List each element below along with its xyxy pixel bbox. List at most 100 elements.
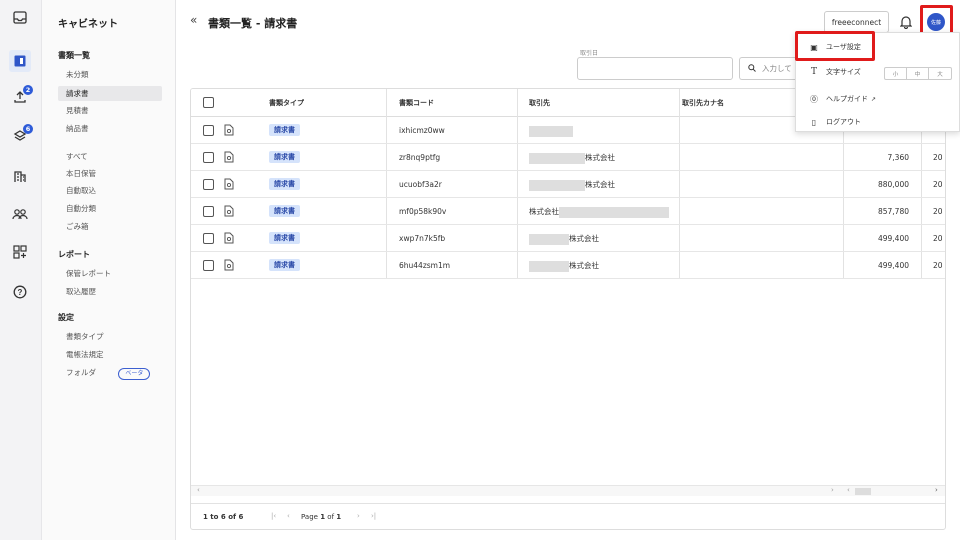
vendor-cell (529, 117, 573, 144)
col-vendor[interactable]: 取引先 (529, 89, 550, 117)
scroll-right-mini-icon[interactable]: › (831, 486, 834, 494)
table-row[interactable]: 請求書 mf0p58k90v 株式会社 857,780 20 (191, 198, 945, 225)
doc-type-tag: 請求書 (269, 178, 300, 190)
sidebar-item-all[interactable]: すべて (58, 149, 162, 164)
doc-type-tag: 請求書 (269, 124, 300, 136)
sidebar-item-quote[interactable]: 見積書 (58, 103, 162, 118)
vendor-name: 株式会社 (569, 261, 599, 270)
layers-icon[interactable]: 6 (11, 124, 33, 145)
document-icon[interactable] (224, 151, 234, 163)
redacted-block (529, 179, 585, 191)
sidebar-item-folder-label: フォルダ (66, 368, 96, 377)
page-of: of (327, 513, 335, 521)
sidebar: キャビネット 書類一覧 未分類 請求書 見積書 納品書 すべて 本日保管 自動取… (42, 0, 176, 540)
text-size-small[interactable]: 小 (885, 68, 907, 79)
menu-item-logout[interactable]: ▯ ログアウト (796, 111, 960, 133)
section-documents: 書類一覧 (58, 51, 90, 60)
redacted-block (559, 206, 669, 218)
user-settings-highlight (795, 31, 875, 61)
doc-code: zr8nq9ptfg (399, 153, 441, 162)
upload-icon[interactable]: 2 (11, 85, 33, 106)
scroll-right-icon[interactable]: › (935, 486, 938, 494)
date-label: 取引日 (580, 50, 599, 57)
amount: 857,780 (877, 207, 909, 216)
row-checkbox[interactable] (203, 233, 214, 244)
scroll-thumb[interactable] (855, 488, 871, 495)
bell-icon[interactable] (899, 15, 913, 30)
vendor-cell: 株式会社 (529, 225, 599, 252)
table-row[interactable]: 請求書 zr8nq9ptfg 株式会社 7,360 20 (191, 144, 945, 171)
first-page-icon[interactable]: |‹ (271, 512, 276, 520)
sidebar-item-e-book-rules[interactable]: 電帳法規定 (58, 347, 162, 362)
text-size-toggle: 小 中 大 (884, 67, 952, 80)
page-current: 1 (320, 513, 326, 521)
row-checkbox[interactable] (203, 260, 214, 271)
menu-item-label: ヘルプガイド (826, 95, 868, 103)
redacted-block (529, 260, 569, 272)
sidebar-item-folder[interactable]: フォルダ ベータ (58, 365, 162, 380)
row-checkbox[interactable] (203, 179, 214, 190)
col-vendor-kana[interactable]: 取引先カナ名 (682, 89, 724, 117)
prev-page-icon[interactable]: ‹ (287, 512, 290, 520)
inbox-icon[interactable] (11, 8, 29, 26)
table-row[interactable]: 請求書 ucuobf3a2r 株式会社 880,000 20 (191, 171, 945, 198)
doc-code: ucuobf3a2r (399, 180, 442, 189)
date-cell: 20 (933, 261, 943, 270)
col-doc-type[interactable]: 書類タイプ (269, 89, 304, 117)
icon-rail: 2 6 ? (0, 0, 42, 540)
sidebar-item-delivery[interactable]: 納品書 (58, 121, 162, 136)
sidebar-item-import-history[interactable]: 取込履歴 (58, 284, 162, 299)
search-icon (748, 63, 756, 74)
document-icon[interactable] (224, 124, 234, 136)
date-field[interactable] (577, 57, 733, 80)
sidebar-item-unclassified[interactable]: 未分類 (58, 67, 162, 82)
horizontal-scrollbar[interactable]: ‹ › ‹ › (191, 485, 945, 496)
sidebar-item-auto-import[interactable]: 自動取込 (58, 183, 162, 198)
last-page-icon[interactable]: ›| (371, 512, 376, 520)
sidebar-item-invoice[interactable]: 請求書 (58, 86, 162, 101)
table-row[interactable]: 請求書 xwp7n7k5fb 株式会社 499,400 20 (191, 225, 945, 252)
redacted-block (529, 233, 569, 245)
row-checkbox[interactable] (203, 125, 214, 136)
document-icon[interactable] (224, 259, 234, 271)
help-icon[interactable]: ? (11, 283, 29, 301)
table-row[interactable]: 請求書 6hu44zsm1m 株式会社 499,400 20 (191, 252, 945, 279)
amount: 499,400 (877, 234, 909, 243)
col-doc-code[interactable]: 書類コード (399, 89, 434, 117)
cabinet-icon[interactable] (9, 50, 31, 72)
scroll-left-icon[interactable]: ‹ (197, 486, 200, 494)
document-icon[interactable] (224, 178, 234, 190)
text-size-medium[interactable]: 中 (907, 68, 929, 79)
vendor-cell: 株式会社 (529, 252, 599, 279)
doc-type-tag: 請求書 (269, 151, 300, 163)
row-checkbox[interactable] (203, 152, 214, 163)
pagination-range: 1 to 6 of 6 (203, 513, 244, 521)
vendor-cell: 株式会社 (529, 171, 615, 198)
row-checkbox[interactable] (203, 206, 214, 217)
sidebar-item-doc-types[interactable]: 書類タイプ (58, 329, 162, 344)
users-icon[interactable] (11, 205, 29, 223)
sidebar-item-auto-classify[interactable]: 自動分類 (58, 201, 162, 216)
search-placeholder: 入力して (762, 64, 792, 73)
redacted-block (529, 125, 573, 137)
external-link-icon: ↗ (871, 95, 877, 103)
vendor-name: 株式会社 (585, 180, 615, 189)
menu-item-label: 文字サイズ (826, 68, 861, 76)
document-icon[interactable] (224, 205, 234, 217)
amount: 880,000 (877, 180, 909, 189)
date-cell: 20 (933, 180, 943, 189)
document-icon[interactable] (224, 232, 234, 244)
select-all-checkbox[interactable] (203, 97, 214, 108)
freeeconnect-button[interactable]: freeeconnect (824, 11, 889, 33)
page-title: 書類一覧 - 請求書 (208, 17, 298, 30)
text-size-large[interactable]: 大 (929, 68, 951, 79)
scroll-left-mini-icon[interactable]: ‹ (847, 486, 850, 494)
collapse-sidebar-icon[interactable]: « (190, 13, 197, 27)
sidebar-item-trash[interactable]: ごみ箱 (58, 219, 162, 234)
sidebar-item-storage-report[interactable]: 保管レポート (58, 266, 162, 281)
next-page-icon[interactable]: › (357, 512, 360, 520)
building-icon[interactable] (11, 167, 29, 185)
sidebar-item-today[interactable]: 本日保管 (58, 166, 162, 181)
apps-add-icon[interactable] (11, 243, 29, 261)
menu-item-help[interactable]: ⓪ ヘルプガイド ↗ (796, 88, 960, 110)
